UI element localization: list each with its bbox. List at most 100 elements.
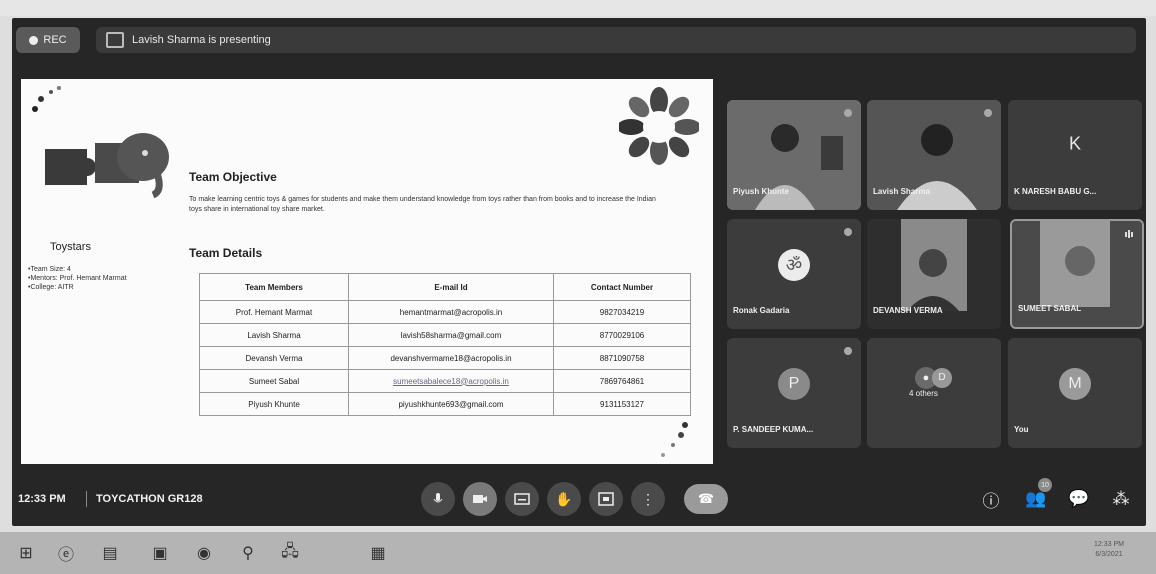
table-row: Devansh Verma devanshvermame18@acropolis… xyxy=(199,346,691,370)
table-cell: 9131153127 xyxy=(553,392,691,416)
chrome-icon: ◉ xyxy=(197,545,211,562)
meeting-details-button[interactable]: ⓘ xyxy=(978,486,1004,512)
table-cell: hemantmarmat@acropolis.in xyxy=(348,300,554,324)
taskbar-explorer[interactable]: ▤ xyxy=(96,540,124,566)
table-row: Piyush Khunte piyushkhunte693@gmail.com … xyxy=(199,392,691,416)
captions-button[interactable] xyxy=(505,482,539,516)
folder-icon: ▤ xyxy=(102,545,118,562)
taskbar-app[interactable]: ▣ xyxy=(146,540,174,566)
team-size-text: •Team Size: 4 xyxy=(28,266,71,273)
taskbar-app[interactable]: 🖧 xyxy=(276,540,304,566)
participant-name: K NARESH BABU G... xyxy=(1014,187,1097,196)
captions-icon xyxy=(514,493,530,505)
taskbar-app[interactable]: ⚲ xyxy=(234,540,262,566)
table-row: Prof. Hemant Marmat hemantmarmat@acropol… xyxy=(199,300,691,324)
slide-details-title: Team Details xyxy=(189,246,263,260)
present-screen-icon xyxy=(106,32,124,48)
participant-tile[interactable]: Piyush Khunte xyxy=(727,100,861,210)
participant-tile[interactable]: SUMEET SABAL xyxy=(1010,219,1144,329)
table-cell: devanshvermame18@acropolis.in xyxy=(348,346,554,370)
camera-toggle-button[interactable] xyxy=(463,482,497,516)
browser-top-strip xyxy=(0,0,1156,16)
slide-objective-title: Team Objective xyxy=(189,170,277,184)
present-now-button[interactable] xyxy=(589,482,623,516)
meeting-time: 12:33 PM xyxy=(18,493,66,505)
table-cell: 8871090758 xyxy=(553,346,691,370)
slide-objective-text: To make learning centric toys & games fo… xyxy=(189,196,656,213)
dots-decoration-icon xyxy=(32,86,61,112)
present-screen-icon xyxy=(598,492,614,506)
table-header: E-mail Id xyxy=(348,273,554,301)
activities-icon: ⁂ xyxy=(1112,489,1130,508)
table-cell: Devansh Verma xyxy=(199,346,349,370)
chat-icon: 💬 xyxy=(1068,489,1090,508)
team-details-table: Team Members E-mail Id Contact Number Pr… xyxy=(199,273,691,416)
taskbar-ie[interactable]: ⓔ xyxy=(52,540,80,566)
windows-logo-icon: ⊞ xyxy=(19,545,33,562)
avatar: M xyxy=(1059,368,1091,401)
table-cell: Prof. Hemant Marmat xyxy=(199,300,349,324)
participant-name: You xyxy=(1014,425,1029,434)
taskbar-clock[interactable]: 12:33 PM 6/3/2021 xyxy=(1094,540,1124,560)
phone-hangup-icon: ☎ xyxy=(697,491,715,506)
table-cell: 7869764861 xyxy=(553,369,691,393)
taskbar-chrome[interactable]: ◉ xyxy=(190,540,218,566)
people-button[interactable]: 👥 10 xyxy=(1023,478,1052,512)
participant-name: Ronak Gadaria xyxy=(733,306,790,315)
participant-tile[interactable]: Lavish Sharma xyxy=(867,100,1001,210)
camera-off-icon xyxy=(473,495,487,503)
participant-tile[interactable]: K K NARESH BABU G... xyxy=(1008,100,1142,210)
clock-time: 12:33 PM xyxy=(1094,541,1124,548)
clock-date: 6/3/2021 xyxy=(1095,551,1123,558)
recording-indicator: REC xyxy=(16,27,80,53)
activities-button[interactable]: ⁂ xyxy=(1108,486,1134,512)
taskbar-app[interactable]: ▦ xyxy=(364,540,392,566)
mic-toggle-button[interactable] xyxy=(421,482,455,516)
table-cell: Sumeet Sabal xyxy=(199,369,349,393)
muted-mic-icon xyxy=(844,109,852,117)
rec-label: REC xyxy=(43,34,67,46)
participant-tile-others[interactable]: ● D 4 others xyxy=(867,338,1001,448)
participant-name: Lavish Sharma xyxy=(873,187,930,196)
participant-name: P. SANDEEP KUMA... xyxy=(733,425,814,434)
email-link: sumeetsabalece18@acropolis.in xyxy=(348,369,554,393)
participant-name: SUMEET SABAL xyxy=(1018,304,1082,313)
avatar: P xyxy=(778,368,810,401)
muted-mic-icon xyxy=(844,347,852,355)
presenting-banner: Lavish Sharma is presenting xyxy=(96,27,1136,53)
table-header: Contact Number xyxy=(553,273,691,301)
participants-count-badge: 10 xyxy=(1038,478,1052,492)
om-avatar-icon: ॐ xyxy=(778,249,810,282)
more-options-button[interactable]: ⋮ xyxy=(631,482,665,516)
leave-call-button[interactable]: ☎ xyxy=(684,484,728,514)
participant-tile-self[interactable]: M You xyxy=(1008,338,1142,448)
table-cell: Piyush Khunte xyxy=(199,392,349,416)
location-pin-icon: ⚲ xyxy=(242,545,254,562)
table-header-row: Team Members E-mail Id Contact Number xyxy=(199,273,691,301)
participant-tile[interactable]: P P. SANDEEP KUMA... xyxy=(727,338,861,448)
network-icon: 🖧 xyxy=(281,542,299,560)
internet-explorer-icon: ⓔ xyxy=(57,547,74,564)
table-row: Lavish Sharma lavish58sharma@gmail.com 8… xyxy=(199,323,691,347)
presenting-text: Lavish Sharma is presenting xyxy=(132,34,271,46)
slide-team-info: •Team Size: 4 •Mentors: Prof. Hemant Mar… xyxy=(28,265,127,292)
table-cell: 8770029106 xyxy=(553,323,691,347)
start-button[interactable]: ⊞ xyxy=(12,540,40,566)
participant-tile[interactable]: ॐ Ronak Gadaria xyxy=(727,219,861,329)
muted-mic-icon xyxy=(844,228,852,236)
table-cell: 9827034219 xyxy=(553,300,691,324)
muted-mic-icon xyxy=(984,109,992,117)
participant-name: 4 others xyxy=(909,389,938,398)
avatar: D xyxy=(932,367,953,388)
avatar-letter: K xyxy=(1068,133,1082,154)
table-cell: Lavish Sharma xyxy=(199,323,349,347)
chat-button[interactable]: 💬 xyxy=(1066,486,1092,512)
puzzle-elephant-icon xyxy=(45,133,169,199)
table-cell: piyushkhunte693@gmail.com xyxy=(348,392,554,416)
dots-corner-icon xyxy=(661,422,688,457)
participant-name: DEVANSH VERMA xyxy=(873,306,943,315)
calculator-icon: ▦ xyxy=(370,545,386,562)
participant-tile[interactable]: DEVANSH VERMA xyxy=(867,219,1001,329)
raise-hand-button[interactable]: ✋ xyxy=(547,482,581,516)
flower-logo-icon xyxy=(619,87,699,165)
